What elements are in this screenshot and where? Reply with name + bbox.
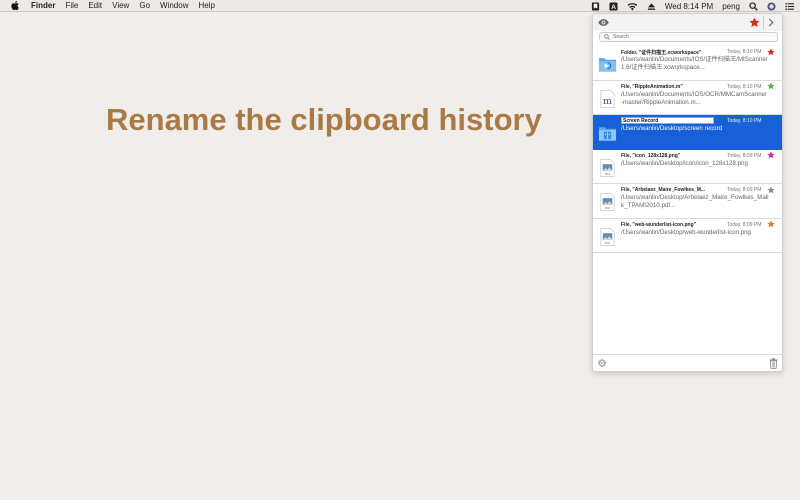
star-icon[interactable] bbox=[767, 185, 775, 194]
notification-center-icon[interactable] bbox=[785, 1, 794, 11]
menu-file[interactable]: File bbox=[65, 1, 78, 10]
item-path: /Users/wanlin/Desktop/web-wunderlist-ico… bbox=[621, 228, 751, 236]
search-icon bbox=[604, 34, 610, 40]
history-item[interactable]: Folder, "证件扫描王.xcworkspace" Today, 8:10 … bbox=[593, 46, 782, 81]
svg-text:PDF: PDF bbox=[605, 207, 610, 210]
item-title: File, "Arbelaez_Maire_Fowlkes_M... bbox=[621, 187, 706, 193]
item-title: Folder, "证件扫描王.xcworkspace" bbox=[621, 50, 702, 56]
item-path: /Users/wanlin/Documents/IOS/OCR/MMCamSca… bbox=[621, 90, 768, 106]
popover-footer bbox=[593, 354, 782, 371]
trash-icon[interactable] bbox=[769, 358, 778, 369]
menu-help[interactable]: Help bbox=[198, 1, 214, 10]
status-area: A Wed 8:14 PM peng bbox=[591, 0, 794, 12]
item-time: Today, 8:10 PM bbox=[727, 118, 762, 124]
pdf-file-icon: PDF bbox=[600, 193, 615, 211]
history-item[interactable]: PNG File, "web-wunderlist-icon.png" Toda… bbox=[593, 218, 782, 253]
menu-edit[interactable]: Edit bbox=[88, 1, 102, 10]
finder-icon bbox=[598, 127, 617, 141]
history-list: Folder, "证件扫描王.xcworkspace" Today, 8:10 … bbox=[593, 46, 782, 253]
item-time: Today, 8:09 PM bbox=[727, 187, 762, 193]
item-path: /Users/wanlin/Desktop/Arbelaez_Maire_Fow… bbox=[621, 194, 769, 209]
star-icon[interactable] bbox=[767, 220, 775, 228]
headline: Rename the clipboard history bbox=[106, 102, 542, 137]
item-title: File, "RippleAnimation.m" bbox=[621, 83, 683, 90]
next-page-button[interactable] bbox=[763, 16, 777, 29]
chevron-right-icon bbox=[768, 18, 774, 27]
objc-file-icon: m bbox=[600, 89, 615, 108]
item-title-rename-field[interactable]: Screen Record bbox=[621, 117, 714, 124]
star-icon[interactable] bbox=[767, 82, 775, 90]
item-time: Today, 8:10 PM bbox=[727, 83, 762, 90]
siri-icon[interactable] bbox=[767, 1, 776, 11]
app-name-menu[interactable]: Finder bbox=[31, 1, 55, 10]
clock[interactable]: Wed 8:14 PM bbox=[665, 2, 713, 11]
star-icon[interactable] bbox=[767, 47, 775, 56]
search-input[interactable] bbox=[613, 33, 773, 41]
item-time: Today, 8:10 PM bbox=[727, 49, 762, 55]
item-path: /Users/wanlin/Documents/IOS/证件扫描王/MIScan… bbox=[621, 56, 768, 71]
gear-icon[interactable] bbox=[597, 358, 607, 368]
star-icon[interactable] bbox=[767, 151, 775, 159]
eject-icon[interactable] bbox=[647, 1, 656, 11]
popover-toolbar bbox=[593, 14, 782, 31]
item-path: /Users/wanlin/Desktop/icon/icon_128x128.… bbox=[621, 159, 748, 167]
eye-icon[interactable] bbox=[598, 18, 609, 27]
item-time: Today, 8:09 PM bbox=[727, 152, 762, 159]
svg-text:PNG: PNG bbox=[605, 173, 610, 176]
input-source-icon[interactable]: A bbox=[609, 1, 618, 11]
item-title: File, "icon_128x128.png" bbox=[621, 152, 681, 159]
menu-bar: Finder File Edit View Go Window Help A W… bbox=[0, 0, 800, 12]
item-path: /Users/wanlin/Desktop/screen record bbox=[621, 125, 723, 132]
history-item[interactable]: PNG File, "icon_128x128.png" Today, 8:09… bbox=[593, 149, 782, 184]
svg-text:m: m bbox=[603, 95, 612, 106]
star-icon[interactable] bbox=[767, 116, 775, 125]
history-item[interactable]: m File, "RippleAnimation.m" Today, 8:10 … bbox=[593, 80, 782, 115]
clipboard-history-popover: Folder, "证件扫描王.xcworkspace" Today, 8:10 … bbox=[592, 13, 783, 372]
apple-menu-icon[interactable] bbox=[11, 1, 21, 10]
item-title: File, "web-wunderlist-icon.png" bbox=[621, 221, 697, 228]
menu-window[interactable]: Window bbox=[160, 1, 188, 10]
svg-text:PNG: PNG bbox=[605, 242, 610, 245]
spotlight-search-icon[interactable] bbox=[749, 1, 758, 11]
history-item-selected[interactable]: Screen Record Today, 8:10 PM /Users/wanl… bbox=[593, 115, 782, 150]
search-field[interactable] bbox=[599, 32, 778, 42]
user-name[interactable]: peng bbox=[722, 2, 740, 11]
menu-view[interactable]: View bbox=[112, 1, 129, 10]
history-item[interactable]: PDF File, "Arbelaez_Maire_Fowlkes_M... T… bbox=[593, 184, 782, 219]
favorites-star-icon[interactable] bbox=[749, 17, 760, 28]
folder-icon bbox=[598, 58, 617, 72]
png-file-icon: PNG bbox=[600, 158, 615, 177]
png-file-icon: PNG bbox=[600, 227, 615, 246]
item-time: Today, 8:09 PM bbox=[727, 221, 762, 228]
wifi-icon[interactable] bbox=[627, 1, 638, 11]
clipboard-app-icon[interactable] bbox=[591, 1, 600, 11]
svg-text:A: A bbox=[611, 4, 616, 11]
menu-go[interactable]: Go bbox=[139, 1, 150, 10]
